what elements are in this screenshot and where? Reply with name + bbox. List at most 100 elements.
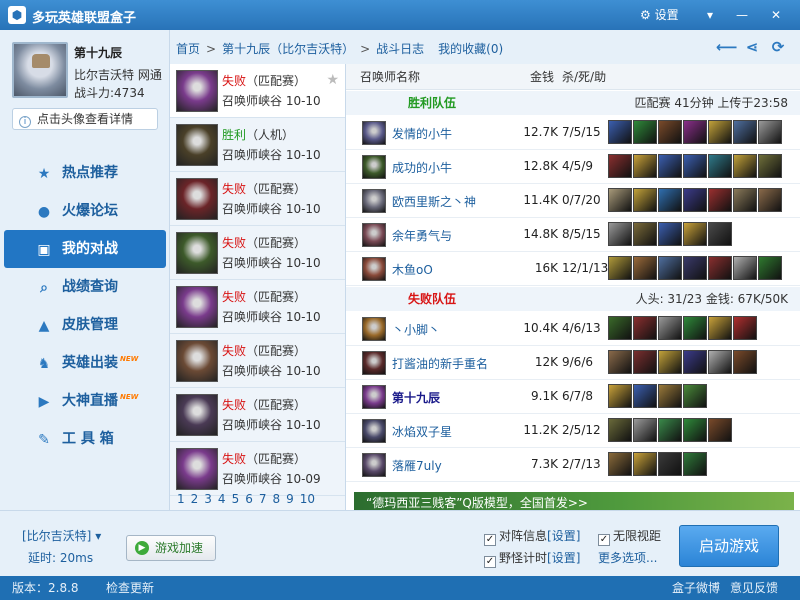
item-list <box>608 418 733 442</box>
match-item[interactable]: 失败（匹配赛） 召唤师峡谷 10-10 <box>170 172 345 226</box>
page-link[interactable]: 8 <box>272 492 280 506</box>
player-row[interactable]: 落雁7uly 7.3K 2/7/13 <box>346 448 800 482</box>
match-map: 召唤师峡谷 10-10 <box>222 418 321 432</box>
sidebar-item-5[interactable]: ♞ 英雄出装 NEW <box>0 344 170 382</box>
page-link[interactable]: 1 <box>177 492 185 506</box>
match-item[interactable]: 失败（匹配赛） 召唤师峡谷 10-10 <box>170 388 345 442</box>
page-link[interactable]: 6 <box>245 492 253 506</box>
player-row[interactable]: 余年勇气与 14.8K 8/5/15 <box>346 218 800 252</box>
avatar-hint[interactable]: i 点击头像查看详情 <box>12 108 158 130</box>
opt-matchup[interactable]: ✓ 对阵信息[设置] <box>484 527 580 546</box>
opt-jungle-timer[interactable]: ✓ 野怪计时[设置] <box>484 549 580 568</box>
summoner-name[interactable]: 发情的小牛 <box>392 125 452 142</box>
sidebar-item-3[interactable]: ⌕ 战绩查询 <box>0 268 170 306</box>
back-arrow-icon[interactable]: ⟵ <box>716 38 738 56</box>
player-row[interactable]: 冰焰双子星 11.2K 2/5/12 <box>346 414 800 448</box>
player-row[interactable]: 成功的小牛 12.8K 4/5/9 <box>346 150 800 184</box>
hero-icon: ♞ <box>37 356 51 372</box>
checkbox-checked[interactable]: ✓ <box>598 534 610 546</box>
sidebar-item-0[interactable]: ★ 热点推荐 <box>0 154 170 192</box>
breadcrumb-player[interactable]: 第十九辰（比尔吉沃特） <box>222 42 354 56</box>
refresh-icon[interactable]: ⟳ <box>768 38 788 56</box>
favorite-star-icon[interactable]: ★ <box>326 72 339 88</box>
page-link[interactable]: 3 <box>204 492 212 506</box>
share-icon[interactable]: ⋖ <box>742 38 762 56</box>
match-result: 失败（匹配赛） <box>222 288 306 305</box>
item-list <box>608 316 758 340</box>
match-outcome: 失败 <box>222 74 247 88</box>
page-link[interactable]: 2 <box>191 492 199 506</box>
hero-portrait <box>176 178 218 220</box>
minimize-button[interactable]: — <box>730 4 754 26</box>
summoner-name[interactable]: 欧西里斯之丶神 <box>392 193 476 210</box>
feedback-link[interactable]: 意见反馈 <box>730 576 778 600</box>
summoner-name[interactable]: 木鱼oO <box>392 261 433 278</box>
player-row[interactable]: 打酱油的新手重名 12K 9/6/6 <box>346 346 800 380</box>
breadcrumb-separator: > <box>360 42 371 56</box>
item-icon <box>608 120 632 144</box>
opt-matchup-settings-link[interactable]: [设置] <box>547 529 580 543</box>
sidebar-item-2[interactable]: ▣ 我的对战 <box>4 230 166 268</box>
close-button[interactable]: ✕ <box>764 4 788 26</box>
item-icon <box>658 452 682 476</box>
match-item[interactable]: 失败（匹配赛） 召唤师峡谷 10-10 <box>170 334 345 388</box>
check-update-link[interactable]: 检查更新 <box>106 576 154 600</box>
opt-unlimited-view[interactable]: ✓ 无限视距 <box>598 527 661 546</box>
match-detail: 召唤师名称 金钱 杀/死/助 胜利队伍 匹配赛 41分钟 上传于23:58 发情的… <box>346 64 800 510</box>
match-item[interactable]: 失败（匹配赛） 召唤师峡谷 10-10 <box>170 280 345 334</box>
summoner-name[interactable]: 打酱油的新手重名 <box>392 355 488 372</box>
breadcrumb-log[interactable]: 战斗日志 <box>376 42 424 56</box>
item-icon <box>683 188 707 212</box>
page-link[interactable]: 9 <box>286 492 294 506</box>
checkbox-checked[interactable]: ✓ <box>484 556 496 568</box>
match-item[interactable]: 失败（匹配赛） 召唤师峡谷 10-10 ★ <box>170 64 345 118</box>
start-game-button[interactable]: 启动游戏 <box>679 525 779 567</box>
summoner-name[interactable]: 余年勇气与 <box>392 227 452 244</box>
hero-portrait <box>176 340 218 382</box>
sidebar-item-7[interactable]: ✎ 工 具 箱 <box>0 420 170 458</box>
search-icon: ⌕ <box>40 280 48 296</box>
summoner-name[interactable]: 冰焰双子星 <box>392 423 452 440</box>
more-options-link[interactable]: 更多选项... <box>598 549 657 566</box>
favorites-link[interactable]: 我的收藏(0) <box>438 42 503 56</box>
page-link[interactable]: 10 <box>300 492 315 506</box>
player-gold: 11.4K <box>523 193 558 207</box>
server-select[interactable]: [比尔吉沃特] ▾ <box>22 527 101 544</box>
sidebar-item-6[interactable]: ▶ 大神直播 NEW <box>0 382 170 420</box>
match-item[interactable]: 胜利（人机） 召唤师峡谷 10-10 <box>170 118 345 172</box>
match-item[interactable]: 失败（匹配赛） 召唤师峡谷 10-10 <box>170 226 345 280</box>
accelerate-button[interactable]: ▶ 游戏加速 <box>126 535 216 561</box>
summoner-name[interactable]: 落雁7uly <box>392 457 442 474</box>
player-row[interactable]: 丶小脚丶 10.4K 4/6/13 <box>346 312 800 346</box>
weibo-link[interactable]: 盒子微博 <box>672 576 720 600</box>
opt-jungle-timer-label: 野怪计时 <box>499 551 548 565</box>
player-row[interactable]: 欧西里斯之丶神 11.4K 0/7/20 <box>346 184 800 218</box>
item-icon <box>683 418 707 442</box>
opt-jungle-timer-settings-link[interactable]: [设置] <box>547 551 580 565</box>
summoner-name[interactable]: 成功的小牛 <box>392 159 452 176</box>
sidebar-item-1[interactable]: ● 火爆论坛 <box>0 192 170 230</box>
promo-banner[interactable]: “德玛西亚三贱客”Q版模型，全国首发>> <box>354 492 794 510</box>
match-outcome: 失败 <box>222 398 247 412</box>
sidebar-item-4[interactable]: ▲ 皮肤管理 <box>0 306 170 344</box>
breadcrumb-home[interactable]: 首页 <box>176 42 200 56</box>
dropdown-menu-button[interactable]: ▾ <box>698 4 722 26</box>
profile-power: 战斗力:4734 <box>74 86 145 100</box>
avatar[interactable] <box>12 42 68 98</box>
hero-icon <box>362 419 386 443</box>
match-mode: （匹配赛） <box>246 236 307 250</box>
summoner-name[interactable]: 第十九辰 <box>392 389 440 406</box>
hero-icon <box>362 317 386 341</box>
summoner-name[interactable]: 丶小脚丶 <box>392 321 440 338</box>
opt-unlimited-view-label: 无限视距 <box>613 529 662 543</box>
page-link[interactable]: 7 <box>259 492 267 506</box>
player-row[interactable]: 发情的小牛 12.7K 7/5/15 <box>346 116 800 150</box>
page-link[interactable]: 5 <box>232 492 240 506</box>
player-row[interactable]: 第十九辰 9.1K 6/7/8 <box>346 380 800 414</box>
settings-button[interactable]: ⚙ 设置 <box>640 5 696 25</box>
page-link[interactable]: 4 <box>218 492 226 506</box>
new-badge: NEW <box>120 393 139 401</box>
checkbox-checked[interactable]: ✓ <box>484 534 496 546</box>
player-row[interactable]: 木鱼oO 16K 12/1/13 <box>346 252 800 286</box>
detail-header: 召唤师名称 金钱 杀/死/助 <box>346 64 800 90</box>
